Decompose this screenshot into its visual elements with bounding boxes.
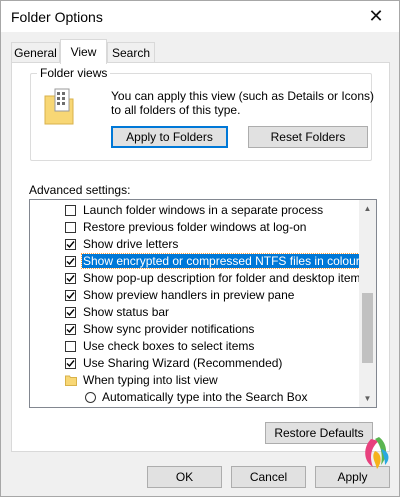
ok-button[interactable]: OK bbox=[147, 466, 222, 488]
advanced-settings-label: Advanced settings: bbox=[29, 183, 131, 197]
title-bar[interactable]: Folder Options ✕ bbox=[1, 1, 399, 32]
tab-general[interactable]: General bbox=[11, 42, 60, 63]
list-item-label: Show drive letters bbox=[83, 237, 179, 251]
tab-general-label: General bbox=[14, 46, 57, 60]
folder-views-description: You can apply this view (such as Details… bbox=[111, 89, 375, 117]
checkbox-unchecked[interactable] bbox=[65, 222, 76, 233]
list-item[interactable]: Show sync provider notifications bbox=[30, 321, 355, 338]
folder-views-group: Folder views You can apply this view (su… bbox=[30, 66, 374, 161]
advanced-settings-list[interactable]: Launch folder windows in a separate proc… bbox=[29, 199, 377, 408]
list-item[interactable]: Use check boxes to select items bbox=[30, 338, 355, 355]
list-item-label: Show encrypted or compressed NTFS files … bbox=[81, 253, 362, 269]
list-item[interactable]: Show status bar bbox=[30, 304, 355, 321]
list-item[interactable]: Show encrypted or compressed NTFS files … bbox=[30, 253, 362, 270]
watermark-logo-icon bbox=[365, 437, 389, 469]
checkbox-checked[interactable] bbox=[65, 290, 76, 301]
list-item-label: Use Sharing Wizard (Recommended) bbox=[83, 356, 283, 370]
radio-button[interactable] bbox=[85, 392, 96, 403]
checkbox-checked[interactable] bbox=[65, 324, 76, 335]
restore-defaults-label: Restore Defaults bbox=[274, 426, 364, 440]
list-item[interactable]: Automatically type into the Search Box bbox=[30, 389, 355, 406]
checkbox-checked[interactable] bbox=[65, 256, 76, 267]
checkbox-checked[interactable] bbox=[65, 273, 76, 284]
list-item[interactable]: Show drive letters bbox=[30, 236, 355, 253]
list-item[interactable]: Show pop-up description for folder and d… bbox=[30, 270, 367, 287]
checkbox-checked[interactable] bbox=[65, 307, 76, 318]
cancel-label: Cancel bbox=[249, 470, 288, 484]
checkbox-unchecked[interactable] bbox=[65, 205, 76, 216]
list-item-label: Restore previous folder windows at log-o… bbox=[83, 220, 307, 234]
apply-to-folders-button[interactable]: Apply to Folders bbox=[111, 126, 228, 148]
reset-folders-button[interactable]: Reset Folders bbox=[248, 126, 368, 148]
checkbox-checked[interactable] bbox=[65, 239, 76, 250]
folder-options-dialog: Folder Options ✕ General View Search Fol… bbox=[0, 0, 400, 497]
scroll-up-arrow-icon[interactable]: ▲ bbox=[359, 200, 376, 217]
close-icon: ✕ bbox=[368, 6, 384, 26]
list-item[interactable]: Use Sharing Wizard (Recommended) bbox=[30, 355, 355, 372]
view-tab-panel: Folder views You can apply this view (su… bbox=[11, 62, 390, 452]
list-item-label: Show sync provider notifications bbox=[83, 322, 255, 336]
vertical-scrollbar[interactable]: ▲ ▼ bbox=[359, 200, 376, 407]
tab-search-label: Search bbox=[111, 46, 151, 60]
scroll-thumb[interactable] bbox=[362, 293, 373, 363]
list-item-label: When typing into list view bbox=[83, 373, 218, 387]
list-item-label: Show preview handlers in preview pane bbox=[83, 288, 295, 302]
list-item-label: Automatically type into the Search Box bbox=[102, 390, 308, 404]
folder-view-icon bbox=[44, 88, 74, 125]
ok-label: OK bbox=[175, 470, 194, 484]
list-item[interactable]: Show preview handlers in preview pane bbox=[30, 287, 355, 304]
reset-folders-label: Reset Folders bbox=[270, 130, 346, 144]
list-item[interactable]: When typing into list view bbox=[30, 372, 355, 389]
tab-view[interactable]: View bbox=[60, 39, 107, 64]
cancel-button[interactable]: Cancel bbox=[231, 466, 306, 488]
tab-search[interactable]: Search bbox=[107, 42, 155, 63]
list-item-label: Show pop-up description for folder and d… bbox=[83, 271, 367, 285]
checkbox-checked[interactable] bbox=[65, 358, 76, 369]
close-button[interactable]: ✕ bbox=[353, 1, 399, 32]
apply-to-folders-label: Apply to Folders bbox=[126, 130, 213, 144]
list-item-label: Show status bar bbox=[83, 305, 170, 319]
list-item[interactable]: Restore previous folder windows at log-o… bbox=[30, 219, 355, 236]
list-item[interactable]: Launch folder windows in a separate proc… bbox=[30, 202, 355, 219]
folder-views-label: Folder views bbox=[37, 66, 111, 80]
window-title: Folder Options bbox=[11, 9, 103, 25]
tab-view-label: View bbox=[70, 45, 97, 59]
checkbox-unchecked[interactable] bbox=[65, 341, 76, 352]
list-item-label: Use check boxes to select items bbox=[83, 339, 255, 353]
list-item-label: Launch folder windows in a separate proc… bbox=[83, 203, 324, 217]
scroll-down-arrow-icon[interactable]: ▼ bbox=[359, 390, 376, 407]
folder-icon bbox=[65, 375, 77, 386]
